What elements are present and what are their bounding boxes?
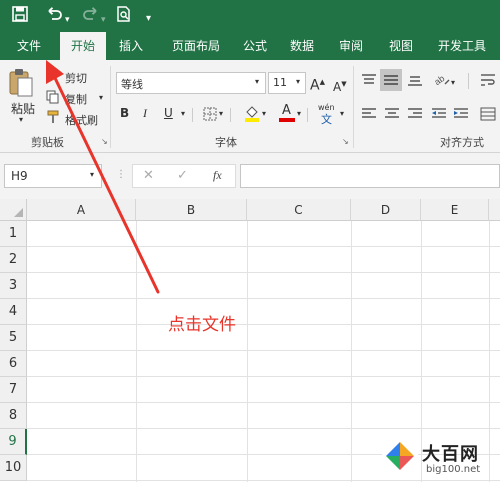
watermark-logo: [381, 437, 419, 475]
annotation-arrow: [46, 60, 160, 294]
annotation-text: 点击文件: [168, 315, 236, 335]
watermark-url: big100.net: [426, 464, 481, 475]
watermark-brand: 大百网: [422, 444, 479, 465]
